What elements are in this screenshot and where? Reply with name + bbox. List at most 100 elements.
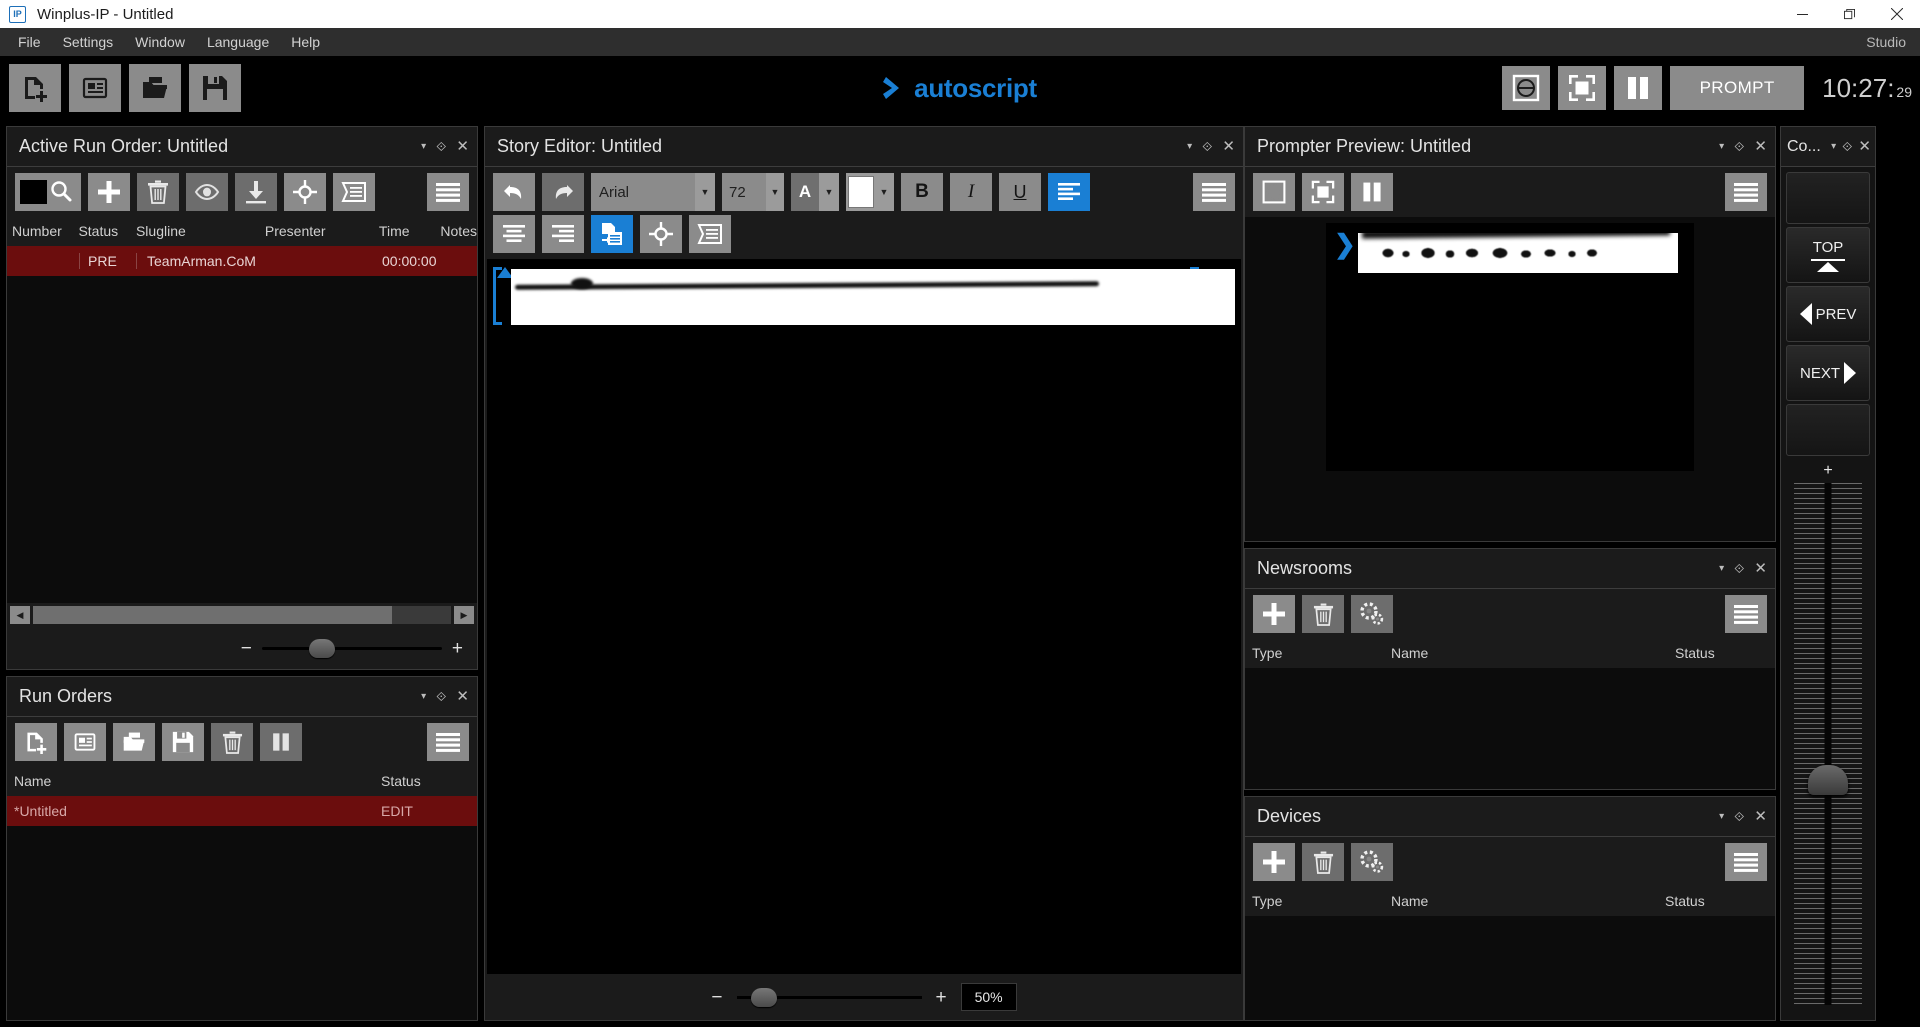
scroll-right-icon[interactable]: ▶ (454, 606, 474, 624)
chevron-down-icon[interactable]: ▾ (421, 691, 426, 702)
menu-button[interactable] (1725, 173, 1767, 211)
open-button[interactable] (129, 64, 181, 112)
pause-run-order-button[interactable] (260, 723, 302, 761)
preview-button[interactable] (186, 173, 228, 211)
chevron-down-icon[interactable]: ▾ (1719, 811, 1724, 822)
fullscreen-button[interactable] (1302, 173, 1344, 211)
chevron-down-icon[interactable]: ▼ (874, 187, 894, 197)
control-blank-bottom[interactable] (1786, 404, 1870, 456)
close-button[interactable] (1873, 0, 1920, 28)
open-run-order-button[interactable] (113, 723, 155, 761)
zoom-in-button[interactable]: + (936, 988, 947, 1007)
chevron-down-icon[interactable]: ▾ (421, 141, 426, 152)
prompt-button[interactable]: PROMPT (1670, 66, 1805, 110)
menu-button[interactable] (427, 173, 469, 211)
new-run-order-button[interactable] (15, 723, 57, 761)
add-story-button[interactable] (88, 173, 130, 211)
paragraph-menu-button[interactable] (1193, 173, 1235, 211)
chevron-down-icon[interactable]: ▾ (1187, 141, 1192, 152)
scroll-left-icon[interactable]: ◀ (10, 606, 30, 624)
menu-settings[interactable]: Settings (52, 30, 125, 54)
table-row[interactable]: PRE TeamArman.CoM 00:00:00 (7, 246, 477, 276)
zoom-level-value[interactable]: 50% (960, 983, 1017, 1011)
close-icon[interactable]: ✕ (1754, 809, 1767, 824)
zoom-in-button[interactable]: + (452, 639, 463, 658)
zoom-slider[interactable] (736, 987, 922, 1007)
insert-story-button[interactable] (591, 215, 633, 253)
delete-device-button[interactable] (1302, 843, 1344, 881)
save-run-order-button[interactable] (162, 723, 204, 761)
zoom-slider-thumb[interactable] (751, 987, 778, 1007)
chevron-down-icon[interactable]: ▾ (1831, 141, 1836, 152)
story-document[interactable] (487, 259, 1241, 327)
prompter-screen[interactable]: ❯ (1326, 223, 1694, 471)
prev-button[interactable]: PREV (1786, 286, 1870, 342)
close-icon[interactable]: ✕ (456, 689, 469, 704)
align-center-button[interactable] (493, 215, 535, 253)
pin-icon[interactable]: ⟐ (1202, 140, 1212, 153)
close-icon[interactable]: ✕ (1754, 139, 1767, 154)
prompter-preview-stage[interactable]: ❯ (1245, 217, 1775, 541)
delete-newsroom-button[interactable] (1302, 595, 1344, 633)
top-button[interactable]: TOP (1786, 227, 1870, 283)
bold-button[interactable]: B (901, 173, 943, 211)
script-button[interactable] (333, 173, 375, 211)
menu-language[interactable]: Language (196, 30, 280, 54)
close-icon[interactable]: ✕ (456, 139, 469, 154)
scroll-thumb[interactable] (33, 606, 393, 624)
delete-story-button[interactable] (137, 173, 179, 211)
pin-icon[interactable]: ⟐ (1842, 140, 1852, 153)
run-orders-list[interactable]: *Untitled EDIT (7, 796, 477, 1020)
newsroom-settings-button[interactable] (1351, 595, 1393, 633)
chevron-down-icon[interactable]: ▾ (1719, 563, 1724, 574)
delete-run-order-button[interactable] (211, 723, 253, 761)
chevron-down-icon[interactable]: ▼ (766, 173, 784, 211)
pin-icon[interactable]: ⟐ (1734, 562, 1744, 575)
pin-icon[interactable]: ⟐ (1734, 140, 1744, 153)
control-blank-top[interactable] (1786, 172, 1870, 224)
story-editor-canvas[interactable] (487, 259, 1241, 974)
prompter-output-button[interactable] (1502, 66, 1551, 110)
menu-button[interactable] (427, 723, 469, 761)
new-story-button[interactable] (64, 723, 106, 761)
fader-knob[interactable] (1808, 764, 1848, 795)
target-button[interactable] (640, 215, 682, 253)
devices-list[interactable] (1245, 916, 1775, 1020)
chevron-down-icon[interactable]: ▾ (1719, 141, 1724, 152)
speed-fader[interactable] (1786, 483, 1870, 1015)
target-button[interactable] (284, 173, 326, 211)
scroll-track[interactable] (33, 606, 451, 624)
menu-window[interactable]: Window (124, 30, 196, 54)
fullscreen-button[interactable] (1558, 66, 1607, 110)
menu-button[interactable] (1725, 843, 1767, 881)
pause-button[interactable] (1351, 173, 1393, 211)
pin-icon[interactable]: ⟐ (436, 140, 446, 153)
font-size-select[interactable]: 72 ▼ (722, 173, 784, 211)
pin-icon[interactable]: ⟐ (1734, 810, 1744, 823)
save-button[interactable] (189, 64, 241, 112)
close-icon[interactable]: ✕ (1222, 139, 1235, 154)
script-button[interactable] (689, 215, 731, 253)
align-left-button[interactable] (1048, 173, 1090, 211)
pause-button[interactable] (1614, 66, 1663, 110)
maximize-button[interactable] (1826, 0, 1873, 28)
next-button[interactable]: NEXT (1786, 345, 1870, 401)
redo-button[interactable] (542, 173, 584, 211)
undo-button[interactable] (493, 173, 535, 211)
new-run-order-button[interactable] (9, 64, 61, 112)
active-run-order-list[interactable]: PRE TeamArman.CoM 00:00:00 (7, 246, 477, 603)
zoom-slider-thumb[interactable] (308, 638, 335, 658)
device-settings-button[interactable] (1351, 843, 1393, 881)
table-row[interactable]: *Untitled EDIT (7, 796, 477, 826)
active-run-order-hscrollbar[interactable]: ◀ ▶ (7, 603, 477, 627)
download-button[interactable] (235, 173, 277, 211)
highlight-swatch[interactable] (848, 176, 874, 208)
close-icon[interactable]: ✕ (1858, 139, 1871, 154)
font-color-picker[interactable]: A ▼ (791, 173, 839, 211)
zoom-out-button[interactable]: − (711, 988, 722, 1007)
minimize-button[interactable] (1779, 0, 1826, 28)
align-right-button[interactable] (542, 215, 584, 253)
prompter-output-button[interactable] (1253, 173, 1295, 211)
close-icon[interactable]: ✕ (1754, 561, 1767, 576)
menu-help[interactable]: Help (280, 30, 331, 54)
